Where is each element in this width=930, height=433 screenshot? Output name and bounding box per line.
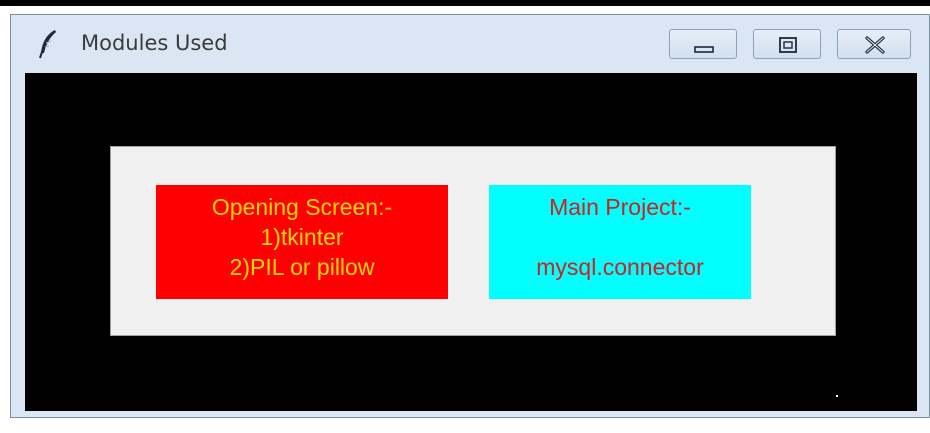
- main-project-label: Main Project:- mysql.connector: [489, 185, 751, 299]
- opening-screen-line-1: Opening Screen:-: [211, 194, 393, 220]
- opening-screen-label: Opening Screen:- 1)tkinter 2)PIL or pill…: [156, 185, 448, 299]
- main-project-line-1: Main Project:-: [549, 194, 691, 220]
- close-button[interactable]: [837, 29, 911, 59]
- app-window: Modules Used Opening Screen:- 1)tkinter …: [10, 14, 930, 418]
- pixel-artifact: [836, 395, 838, 397]
- screen: Modules Used Opening Screen:- 1)tkinter …: [0, 0, 930, 433]
- minimize-button[interactable]: [669, 29, 737, 59]
- minimize-icon: [694, 46, 714, 53]
- opening-screen-line-2: 1)tkinter: [260, 224, 344, 250]
- title-bar[interactable]: Modules Used: [11, 15, 929, 73]
- client-area: Opening Screen:- 1)tkinter 2)PIL or pill…: [25, 73, 917, 411]
- maximize-button[interactable]: [753, 29, 821, 59]
- window-title: Modules Used: [81, 31, 228, 55]
- top-edge-bar: [0, 0, 930, 6]
- main-project-line-3: mysql.connector: [536, 254, 704, 280]
- opening-screen-line-3: 2)PIL or pillow: [229, 254, 375, 280]
- feather-icon: [37, 29, 59, 59]
- main-project-line-2: [489, 222, 751, 252]
- modules-frame: Opening Screen:- 1)tkinter 2)PIL or pill…: [110, 146, 836, 336]
- maximize-icon: [779, 37, 797, 53]
- close-icon: [865, 36, 885, 54]
